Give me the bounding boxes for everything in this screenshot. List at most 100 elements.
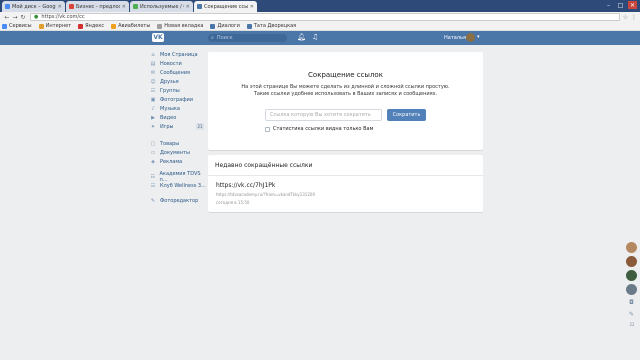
- minimize-icon[interactable]: –: [604, 1, 613, 9]
- stats-option[interactable]: Статистика ссылки видна только Вам: [265, 126, 373, 132]
- sidebar-item-label: Сообщения: [160, 70, 191, 76]
- browser-tab-strip: Мой диск – Google Диск ✕ Бизнес - предло…: [0, 0, 640, 12]
- bookmark-label: Тата Дворецкая: [253, 23, 297, 29]
- sidebar-item-friends[interactable]: ☺ Друзья: [150, 78, 206, 86]
- bookmark-item[interactable]: Сервисы: [2, 23, 32, 29]
- music-note-icon[interactable]: ♫: [312, 33, 318, 41]
- folder-icon: [38, 23, 44, 29]
- avatar[interactable]: [466, 33, 475, 42]
- community-icon: ☷: [150, 174, 155, 180]
- url-field[interactable]: ● https://vk.com/cc: [30, 13, 620, 21]
- sidebar-item-label: Новости: [160, 61, 182, 67]
- chevron-down-icon[interactable]: ▾: [477, 34, 480, 40]
- ads-icon: ◈: [151, 159, 155, 165]
- vk-icon: [210, 23, 216, 29]
- sidebar-item-label: Видео: [160, 115, 177, 121]
- tab-close-icon[interactable]: ✕: [186, 4, 190, 10]
- home-icon: ⌂: [151, 52, 155, 58]
- sidebar-item-goods[interactable]: ▢ Товары: [150, 140, 206, 148]
- tab-label: Мой диск – Google Диск: [12, 3, 56, 10]
- search-input[interactable]: ⌕ Поиск: [208, 34, 287, 42]
- page-description: На этой странице Вы можете сделать из дл…: [238, 84, 453, 98]
- short-link[interactable]: https://vk.cc/7hJ1Pk: [216, 182, 275, 189]
- sidebar-item-groups[interactable]: ☷ Группы: [150, 87, 206, 95]
- recent-links-heading: Недавно сокращённые ссылки: [208, 155, 483, 176]
- sidebar-item-photo-editor[interactable]: ✎ Фоторедактор: [150, 197, 206, 205]
- browser-tab-3[interactable]: Используемые / Сайты ✕: [130, 1, 193, 12]
- sidebar-item-video[interactable]: ▶ Видео: [150, 114, 206, 122]
- photo-editor-icon: ✎: [150, 198, 156, 204]
- vk-header: VK ⌕ Поиск 🔔︎ ♫ Наталья ▾: [0, 31, 640, 45]
- bookmark-label: Авиабилеты: [118, 23, 151, 29]
- page-title: Сокращение ссылок: [308, 71, 383, 79]
- back-icon[interactable]: ←: [3, 14, 11, 21]
- chat-avatar[interactable]: [626, 284, 637, 295]
- reload-icon[interactable]: ↻: [19, 14, 27, 21]
- sidebar-item-messages[interactable]: ✉ Сообщения: [150, 69, 206, 77]
- friends-icon: ☺: [150, 79, 156, 85]
- tab-close-icon[interactable]: ✕: [250, 4, 254, 10]
- original-link[interactable]: https://tdvsacademy.ru/?from=vkandTkky13…: [216, 192, 315, 197]
- vk-logo[interactable]: VK: [152, 33, 164, 42]
- stats-checkbox[interactable]: [265, 126, 270, 132]
- bookmark-label: Сервисы: [9, 23, 32, 29]
- bookmark-item[interactable]: Новая вкладка: [157, 23, 203, 29]
- shorten-button[interactable]: Сократить: [387, 109, 426, 121]
- sidebar-item-label: Моя Страница: [160, 52, 198, 58]
- plane-icon: [111, 23, 117, 29]
- bookmark-star-icon[interactable]: ☆: [623, 14, 628, 21]
- sidebar-item-community-1[interactable]: ☷ Академия TDVS п...: [150, 171, 206, 183]
- browser-tab-4[interactable]: Сокращение ссылок ✕: [194, 1, 257, 12]
- link-timestamp: сегодня в 15:50: [216, 200, 250, 205]
- link-input-placeholder: Ссылка которую Вы хотите сократить: [270, 112, 371, 118]
- tab-label: Используемые / Сайты: [140, 3, 184, 10]
- sidebar-item-games[interactable]: ✦ Игры 21: [150, 123, 206, 131]
- chat-bar: ◘ ✎ 22: [626, 242, 638, 327]
- bookmark-item[interactable]: Диалоги: [210, 23, 240, 29]
- maximize-icon[interactable]: □: [616, 1, 625, 9]
- sidebar-item-label: Документы: [160, 150, 190, 156]
- sidebar-item-ads[interactable]: ◈ Реклама: [150, 158, 206, 166]
- sites-favicon-icon: [133, 4, 138, 9]
- sidebar-item-label: Игры: [160, 124, 174, 130]
- sidebar-item-photos[interactable]: ▣ Фотографии: [150, 96, 206, 104]
- tab-close-icon[interactable]: ✕: [58, 4, 62, 10]
- notifications-bell-icon[interactable]: 🔔︎: [297, 33, 306, 41]
- sidebar-item-label: Друзья: [160, 79, 179, 85]
- browser-menu-icon[interactable]: ⋮: [631, 14, 637, 21]
- tab-close-icon[interactable]: ✕: [122, 4, 126, 10]
- browser-tab-1[interactable]: Мой диск – Google Диск ✕: [2, 1, 65, 12]
- chat-avatar[interactable]: [626, 270, 637, 281]
- edit-icon[interactable]: ✎: [626, 310, 637, 319]
- forward-icon[interactable]: →: [11, 14, 19, 21]
- user-name[interactable]: Наталья: [444, 35, 466, 41]
- yandex-icon: [78, 23, 84, 29]
- chat-avatar[interactable]: [626, 242, 637, 253]
- chat-avatar[interactable]: [626, 256, 637, 267]
- browser-tab-2[interactable]: Бизнес - предложение ✕: [66, 1, 129, 12]
- bookmark-item[interactable]: Авиабилеты: [111, 23, 150, 29]
- video-icon: ▶: [151, 115, 155, 121]
- sidebar-item-documents[interactable]: ▭ Документы: [150, 149, 206, 157]
- sidebar-item-my-page[interactable]: ⌂ Моя Страница: [150, 51, 206, 59]
- sidebar-item-community-2[interactable]: ☷ Клуб Wellness 3...: [150, 182, 206, 190]
- link-input[interactable]: Ссылка которую Вы хотите сократить: [265, 109, 382, 121]
- camera-icon[interactable]: ◘: [626, 298, 637, 307]
- messages-icon: ✉: [150, 70, 156, 76]
- sidebar-item-music[interactable]: ♪ Музыка: [150, 105, 206, 113]
- sidebar-item-label: Товары: [160, 141, 180, 147]
- groups-icon: ☷: [150, 88, 156, 94]
- bookmark-item[interactable]: Яндекс: [78, 23, 104, 29]
- bookmark-item[interactable]: Интернет: [38, 23, 72, 29]
- photos-icon: ▣: [150, 97, 156, 103]
- description-line-2: Такие ссылки удобнее использовать в Ваши…: [253, 91, 438, 97]
- bookmark-item[interactable]: Тата Дворецкая: [246, 23, 297, 29]
- lock-icon: ●: [34, 14, 39, 20]
- sidebar-item-label: Фоторедактор: [160, 198, 199, 204]
- games-count-badge: 21: [196, 123, 204, 130]
- close-window-icon[interactable]: ✕: [628, 1, 637, 9]
- google-drive-favicon-icon: [5, 4, 10, 9]
- bookmark-label: Интернет: [45, 23, 72, 29]
- page-icon: [157, 23, 163, 29]
- sidebar-item-news[interactable]: ▤ Новости: [150, 60, 206, 68]
